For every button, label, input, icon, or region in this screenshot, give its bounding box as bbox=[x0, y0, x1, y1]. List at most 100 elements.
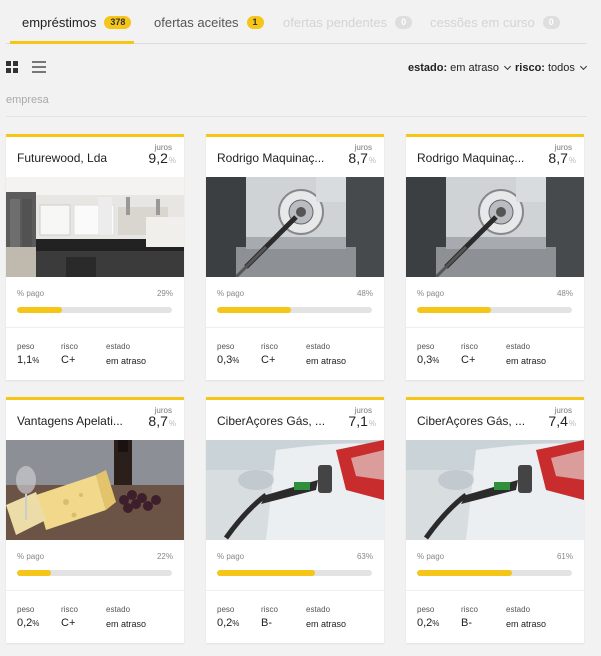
list-view-icon[interactable] bbox=[32, 61, 46, 73]
cheese-wine-photo bbox=[6, 440, 184, 540]
risco-filter-dropdown[interactable]: risco: todos bbox=[515, 62, 587, 74]
kitchen-interior-photo bbox=[6, 177, 184, 277]
peso-label: peso bbox=[17, 605, 35, 614]
pago-value: 22% bbox=[156, 552, 173, 561]
fuel-nozzle-car-photo bbox=[206, 440, 384, 540]
risco-value: B- bbox=[261, 617, 272, 629]
risco-filter-label: risco: bbox=[515, 62, 545, 74]
pago-value: 29% bbox=[156, 289, 173, 298]
tab-cessoes-em-curso[interactable]: cessões em curso 0 bbox=[430, 0, 560, 44]
pago-progress-fill bbox=[17, 570, 52, 576]
risco-filter-value: todos bbox=[547, 62, 575, 74]
peso-label: peso bbox=[417, 605, 435, 614]
loan-card-6[interactable]: CiberAçores Gás, ... juros 7,4% % pago 6… bbox=[406, 397, 584, 643]
risco-label: risco bbox=[461, 605, 478, 614]
pago-value: 48% bbox=[356, 289, 373, 298]
peso-value: 0,2% bbox=[217, 617, 240, 629]
pago-progress-bar bbox=[217, 570, 372, 576]
estado-filter-dropdown[interactable]: estado: em atraso bbox=[408, 62, 512, 74]
peso-label: peso bbox=[17, 342, 35, 351]
juros-value: 8,7% bbox=[348, 150, 376, 166]
juros-value: 7,1% bbox=[348, 413, 376, 429]
pago-value: 48% bbox=[556, 289, 573, 298]
peso-label: peso bbox=[217, 605, 235, 614]
peso-value: 0,3% bbox=[217, 354, 240, 366]
tab-count-badge: 378 bbox=[104, 15, 132, 29]
pago-value: 61% bbox=[556, 552, 573, 561]
pago-progress-fill bbox=[417, 307, 492, 313]
risco-label: risco bbox=[61, 342, 78, 351]
risco-value: C+ bbox=[61, 354, 76, 366]
loan-card-3[interactable]: Rodrigo Maquinaç... juros 8,7% % pago 48… bbox=[406, 134, 584, 380]
juros-value: 9,2% bbox=[148, 150, 176, 166]
cnc-drill-machine-photo bbox=[206, 177, 384, 277]
peso-value: 0,2% bbox=[17, 617, 40, 629]
peso-value: 0,2% bbox=[417, 617, 440, 629]
peso-value: 1,1% bbox=[17, 354, 40, 366]
fuel-nozzle-car-photo bbox=[406, 440, 584, 540]
estado-value: em atraso bbox=[506, 356, 547, 366]
company-name: Rodrigo Maquinaç... bbox=[417, 151, 525, 165]
estado-label: estado bbox=[106, 605, 131, 614]
risco-label: risco bbox=[261, 605, 278, 614]
card-divider bbox=[406, 590, 584, 591]
loan-card-5[interactable]: CiberAçores Gás, ... juros 7,1% % pago 6… bbox=[206, 397, 384, 643]
pago-label: % pago bbox=[17, 289, 45, 298]
peso-label: peso bbox=[217, 342, 235, 351]
estado-value: em atraso bbox=[306, 619, 347, 629]
pago-label: % pago bbox=[417, 552, 445, 561]
pago-progress-fill bbox=[17, 307, 62, 313]
peso-value: 0,3% bbox=[417, 354, 440, 366]
pago-progress-fill bbox=[417, 570, 512, 576]
pago-progress-bar bbox=[417, 307, 572, 313]
risco-label: risco bbox=[461, 342, 478, 351]
risco-value: C+ bbox=[461, 354, 476, 366]
estado-label: estado bbox=[506, 605, 531, 614]
cnc-drill-machine-photo bbox=[406, 177, 584, 277]
company-name: Vantagens Apelati... bbox=[17, 414, 123, 428]
pago-progress-fill bbox=[217, 307, 292, 313]
active-tab-indicator bbox=[10, 41, 134, 44]
loan-card-2[interactable]: Rodrigo Maquinaç... juros 8,7% % pago 48… bbox=[206, 134, 384, 380]
estado-value: em atraso bbox=[506, 619, 547, 629]
pago-label: % pago bbox=[217, 552, 245, 561]
card-divider bbox=[6, 327, 184, 328]
card-divider bbox=[206, 590, 384, 591]
pago-progress-bar bbox=[217, 307, 372, 313]
pago-label: % pago bbox=[17, 552, 45, 561]
pago-progress-fill bbox=[217, 570, 315, 576]
loan-card-4[interactable]: Vantagens Apelati... juros 8,7% % pago 2… bbox=[6, 397, 184, 643]
header-divider bbox=[6, 116, 587, 117]
tab-ofertas-aceites[interactable]: ofertas aceites 1 bbox=[154, 0, 264, 44]
estado-value: em atraso bbox=[106, 356, 147, 366]
empresa-column-label[interactable]: empresa bbox=[6, 94, 49, 106]
tab-count-badge: 1 bbox=[246, 15, 264, 29]
pago-value: 63% bbox=[356, 552, 373, 561]
grid-view-icon[interactable] bbox=[6, 61, 18, 73]
company-name: Futurewood, Lda bbox=[17, 151, 108, 165]
tab-ofertas-pendentes[interactable]: ofertas pendentes 0 bbox=[283, 0, 413, 44]
loan-card-1[interactable]: Futurewood, Lda juros 9,2% % pago 29% pe… bbox=[6, 134, 184, 380]
risco-value: B- bbox=[461, 617, 472, 629]
estado-label: estado bbox=[306, 342, 331, 351]
card-divider bbox=[406, 327, 584, 328]
tab-count-badge: 0 bbox=[542, 15, 560, 29]
pago-label: % pago bbox=[417, 289, 445, 298]
tab-count-badge: 0 bbox=[395, 15, 413, 29]
tab-bar: empréstimos 378 ofertas aceites 1 oferta… bbox=[0, 0, 601, 44]
risco-value: C+ bbox=[61, 617, 76, 629]
pago-progress-bar bbox=[17, 570, 172, 576]
tab-label: ofertas pendentes bbox=[283, 14, 388, 30]
company-name: CiberAçores Gás, ... bbox=[217, 414, 326, 428]
pago-label: % pago bbox=[217, 289, 245, 298]
risco-value: C+ bbox=[261, 354, 276, 366]
chevron-down-icon bbox=[504, 62, 512, 71]
pago-progress-bar bbox=[17, 307, 172, 313]
risco-label: risco bbox=[61, 605, 78, 614]
tab-emprestimos[interactable]: empréstimos 378 bbox=[10, 0, 134, 44]
card-divider bbox=[6, 590, 184, 591]
tab-label: empréstimos bbox=[22, 14, 97, 30]
peso-label: peso bbox=[417, 342, 435, 351]
tab-label: ofertas aceites bbox=[154, 14, 239, 30]
estado-value: em atraso bbox=[306, 356, 347, 366]
